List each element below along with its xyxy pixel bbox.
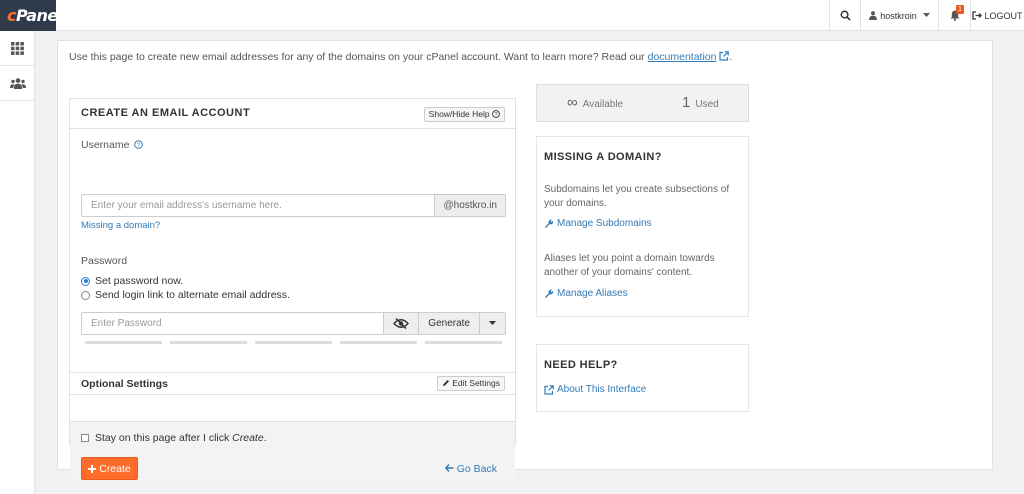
used-stat: 1 Used — [682, 94, 719, 111]
account-stats: ∞ Available 1 Used — [536, 84, 749, 122]
panel-title: CREATE AN EMAIL ACCOUNT — [81, 107, 251, 119]
strength-segment — [85, 341, 162, 344]
edit-settings-button[interactable]: Edit Settings — [436, 376, 505, 391]
user-icon — [869, 11, 878, 20]
strength-segment — [255, 341, 332, 344]
about-interface-link[interactable]: About This Interface — [544, 384, 646, 395]
form-footer: Stay on this page after I click Create. … — [70, 421, 515, 486]
logout-label: LOGOUT — [984, 10, 1023, 21]
svg-text:?: ? — [494, 112, 497, 118]
wrench-icon — [544, 289, 554, 298]
strength-segment — [340, 341, 417, 344]
external-link-icon — [719, 51, 730, 61]
missing-domain-link[interactable]: Missing a domain? — [81, 220, 160, 231]
password-strength-meter — [85, 341, 502, 344]
grid-icon — [11, 41, 24, 55]
manage-aliases-link[interactable]: Manage Aliases — [544, 288, 628, 299]
users-icon — [9, 77, 26, 89]
username-input[interactable] — [82, 195, 435, 216]
arrow-left-icon — [444, 464, 454, 472]
password-label: Password — [81, 255, 128, 267]
generate-options-button[interactable] — [479, 313, 505, 334]
stay-on-page-checkbox[interactable]: Stay on this page after I click Create. — [81, 432, 267, 444]
radio-button[interactable] — [81, 290, 90, 300]
username-field: @hostkro.in — [81, 194, 506, 217]
create-email-panel: CREATE AN EMAIL ACCOUNT Show/Hide Help ?… — [69, 98, 516, 486]
box-title: MISSING A DOMAIN? — [544, 151, 662, 163]
password-input[interactable] — [82, 313, 384, 334]
user-menu[interactable]: hostkroin — [860, 0, 938, 31]
available-stat: ∞ Available — [567, 94, 624, 111]
documentation-link[interactable]: documentation — [648, 51, 717, 63]
intro-text: Use this page to create new email addres… — [69, 51, 733, 63]
domain-addon[interactable]: @hostkro.in — [434, 195, 505, 216]
question-circle-icon: ? — [492, 110, 500, 118]
pencil-icon — [442, 380, 449, 386]
sidebar-item-tools[interactable] — [0, 31, 35, 66]
used-value: 1 — [682, 94, 691, 111]
top-bar: cPanel hostkroin 1 LOGOUT — [0, 0, 1024, 31]
aliases-text: Aliases let you point a domain towards a… — [544, 253, 715, 278]
radio-set-password[interactable]: Set password now. — [81, 275, 183, 287]
help-icon[interactable]: ? — [134, 140, 144, 149]
generate-button[interactable]: Generate — [418, 313, 479, 334]
need-help-box: NEED HELP? About This Interface — [536, 344, 749, 412]
username-label: Username ? — [81, 139, 144, 151]
optional-settings-header: Optional Settings Edit Settings — [70, 372, 515, 395]
external-link-icon — [544, 384, 554, 395]
password-field: Generate — [81, 312, 506, 335]
available-value: ∞ — [567, 94, 578, 111]
manage-subdomains-link[interactable]: Manage Subdomains — [544, 218, 652, 229]
radio-button-selected[interactable] — [81, 276, 90, 286]
optional-settings-title: Optional Settings — [81, 378, 168, 390]
caret-down-icon — [922, 13, 930, 17]
create-button[interactable]: Create — [81, 457, 138, 480]
sidebar-item-users[interactable] — [0, 66, 35, 101]
logout-button[interactable]: LOGOUT — [970, 0, 1024, 31]
strength-segment — [170, 341, 247, 344]
wrench-icon — [544, 219, 554, 228]
strength-segment — [425, 341, 502, 344]
main-content: Use this page to create new email addres… — [57, 40, 993, 486]
panel-header: CREATE AN EMAIL ACCOUNT Show/Hide Help ? — [70, 99, 515, 129]
plus-icon — [88, 464, 97, 473]
radio-send-login-link[interactable]: Send login link to alternate email addre… — [81, 289, 290, 301]
checkbox-box[interactable] — [81, 434, 89, 442]
search-icon — [840, 10, 851, 21]
caret-down-icon — [489, 321, 496, 325]
show-hide-help-button[interactable]: Show/Hide Help ? — [423, 107, 505, 122]
logout-icon — [972, 11, 983, 20]
missing-domain-box: MISSING A DOMAIN? Subdomains let you cre… — [536, 136, 749, 317]
toggle-visibility-button[interactable] — [383, 313, 419, 334]
eye-slash-icon — [393, 318, 410, 329]
subdomains-text: Subdomains let you create subsections of… — [544, 184, 730, 209]
side-nav — [0, 31, 35, 494]
notification-badge: 1 — [956, 5, 964, 14]
go-back-link[interactable]: Go Back — [444, 463, 497, 475]
username-label: hostkroin — [880, 10, 917, 21]
search-button[interactable] — [829, 0, 860, 31]
cpanel-logo[interactable]: cPanel — [0, 0, 63, 31]
box-title: NEED HELP? — [544, 359, 618, 371]
notifications-button[interactable]: 1 — [938, 0, 970, 31]
